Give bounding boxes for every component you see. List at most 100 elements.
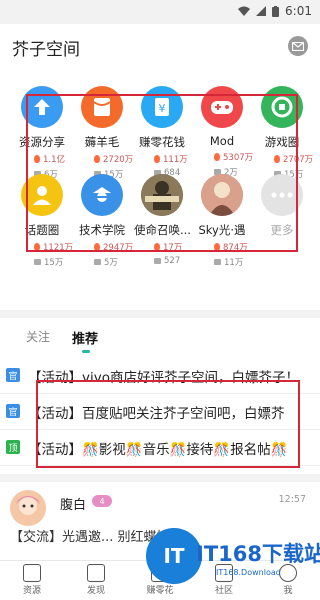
fire-icon — [214, 153, 220, 161]
post-title: 【活动】百度贴吧关注芥子空间吧，白嫖芥 — [28, 406, 285, 422]
heat-value: 1121万 — [43, 243, 74, 253]
watermark: IT IT168下载站 IT168.Download — [146, 528, 320, 588]
avatar[interactable] — [10, 490, 46, 526]
status-time: 6:01 — [285, 4, 312, 18]
stat-heat: 17万 — [134, 241, 194, 253]
post-count: 15万 — [44, 258, 64, 268]
category-label: Sky光·遇 — [198, 223, 246, 237]
nav-label: 发现 — [86, 586, 105, 596]
fire-icon — [94, 155, 100, 163]
watermark-logo: IT — [146, 528, 202, 584]
heat-value: 1.1亿 — [43, 155, 66, 165]
post-count: 5万 — [104, 258, 118, 268]
tab-recommend[interactable]: 推荐 — [72, 328, 98, 347]
heat-value: 2947万 — [103, 243, 134, 253]
section-divider — [0, 310, 320, 318]
fire-icon — [34, 155, 40, 163]
heat-value: 17万 — [163, 243, 183, 253]
category-more[interactable]: 更多 — [254, 174, 314, 238]
stat-posts: 15万 — [14, 256, 74, 268]
nav-label: 资源 — [22, 586, 41, 596]
sky-game-icon — [201, 174, 243, 216]
heat-value: 5307万 — [223, 153, 254, 163]
watermark-text: IT168下载站 — [196, 542, 320, 566]
category-tech-academy[interactable]: 技术学院 2947万 5万 — [74, 174, 134, 268]
section-divider — [0, 474, 320, 482]
call-of-duty-icon — [141, 174, 183, 216]
level-badge: 4 — [92, 495, 112, 507]
fire-icon — [154, 243, 160, 251]
category-label: 资源分享 — [19, 135, 65, 149]
user-topic-icon — [21, 174, 63, 216]
category-sky[interactable]: Sky光·遇 874万 11万 — [194, 174, 254, 268]
status-icons: 6:01 — [238, 4, 312, 18]
fire-icon — [274, 155, 280, 163]
nav-resource[interactable]: 资源 — [0, 563, 64, 596]
app-header: 芥子空间 — [0, 24, 320, 68]
category-wool[interactable]: 薅羊毛 2720万 15万 — [74, 86, 134, 180]
gamepad-icon — [201, 86, 243, 128]
stat-heat: 2720万 — [74, 153, 134, 165]
message-icon — [34, 259, 41, 265]
battery-icon — [272, 5, 280, 17]
category-label: 薅羊毛 — [84, 135, 120, 149]
message-icon — [94, 259, 101, 265]
upload-icon — [21, 86, 63, 128]
pinned-post[interactable]: 官 【活动】百度贴吧关注芥子空间吧，白嫖芥 — [0, 394, 320, 430]
category-label: 赚零花钱 — [139, 135, 185, 149]
fire-icon — [94, 243, 100, 251]
page-title: 芥子空间 — [12, 40, 80, 60]
stat-heat: 2707万 — [254, 153, 314, 165]
category-game-circle[interactable]: 游戏圈 2707万 15万 — [254, 86, 314, 180]
stat-heat: 1.1亿 — [14, 153, 74, 165]
stat-heat: 1121万 — [14, 241, 74, 253]
fire-icon — [154, 155, 160, 163]
more-icon — [261, 174, 303, 216]
heat-value: 2707万 — [283, 155, 314, 165]
message-icon — [214, 259, 221, 265]
wifi-icon — [238, 6, 251, 16]
message-icon — [154, 258, 161, 264]
category-call-of-duty[interactable]: 使命召唤... 17万 527 — [134, 174, 194, 266]
category-label: 技术学院 — [79, 223, 125, 237]
feed-tabs: 关注 推荐 — [0, 322, 320, 358]
heat-value: 2720万 — [103, 155, 134, 165]
heat-value: 874万 — [223, 243, 248, 253]
nav-discover[interactable]: 发现 — [64, 563, 128, 596]
pinned-post[interactable]: 顶 【活动】🎊影视🎊音乐🎊接待🎊报名帖🎊 — [0, 430, 320, 466]
post-title: 【活动】🎊影视🎊音乐🎊接待🎊报名帖🎊 — [28, 442, 288, 458]
official-badge: 官 — [6, 368, 20, 382]
category-label: 使命召唤... — [134, 223, 191, 237]
stat-heat: 5307万 — [194, 151, 254, 163]
stat-heat: 111万 — [134, 153, 194, 165]
stat-posts: 5万 — [74, 256, 134, 268]
signal-icon — [256, 6, 267, 16]
category-label: 游戏圈 — [264, 135, 300, 149]
stat-posts: 527 — [134, 256, 194, 266]
stat-heat: 2947万 — [74, 241, 134, 253]
detective-icon — [81, 174, 123, 216]
category-mod[interactable]: Mod 5307万 2万 — [194, 86, 254, 178]
username[interactable]: 腹白 — [60, 494, 86, 513]
category-label: 更多 — [270, 223, 294, 237]
post-title: 【活动】vivo商店好评芥子空间，白嫖芥子！ — [28, 370, 299, 386]
mail-button[interactable] — [288, 36, 308, 56]
category-label: Mod — [209, 134, 235, 148]
top-badge: 顶 — [6, 440, 20, 454]
mail-icon — [292, 41, 304, 51]
tab-indicator — [82, 350, 90, 353]
official-badge: 官 — [6, 404, 20, 418]
game-circle-icon — [261, 86, 303, 128]
post-count: 527 — [164, 256, 181, 266]
code-icon — [23, 564, 41, 582]
watermark-subtext: IT168.Download — [216, 568, 281, 577]
category-topic[interactable]: 话题圈 1121万 15万 — [14, 174, 74, 268]
category-resource-share[interactable]: 资源分享 1.1亿 6万 — [14, 86, 74, 180]
heat-value: 111万 — [163, 155, 188, 165]
stat-posts: 11万 — [194, 256, 254, 268]
tab-follow[interactable]: 关注 — [26, 328, 50, 345]
category-pocket-money[interactable]: ¥ 赚零花钱 111万 684 — [134, 86, 194, 178]
fire-icon — [34, 243, 40, 251]
star-icon — [87, 564, 105, 582]
pinned-post[interactable]: 官 【活动】vivo商店好评芥子空间，白嫖芥子！ — [0, 358, 320, 394]
